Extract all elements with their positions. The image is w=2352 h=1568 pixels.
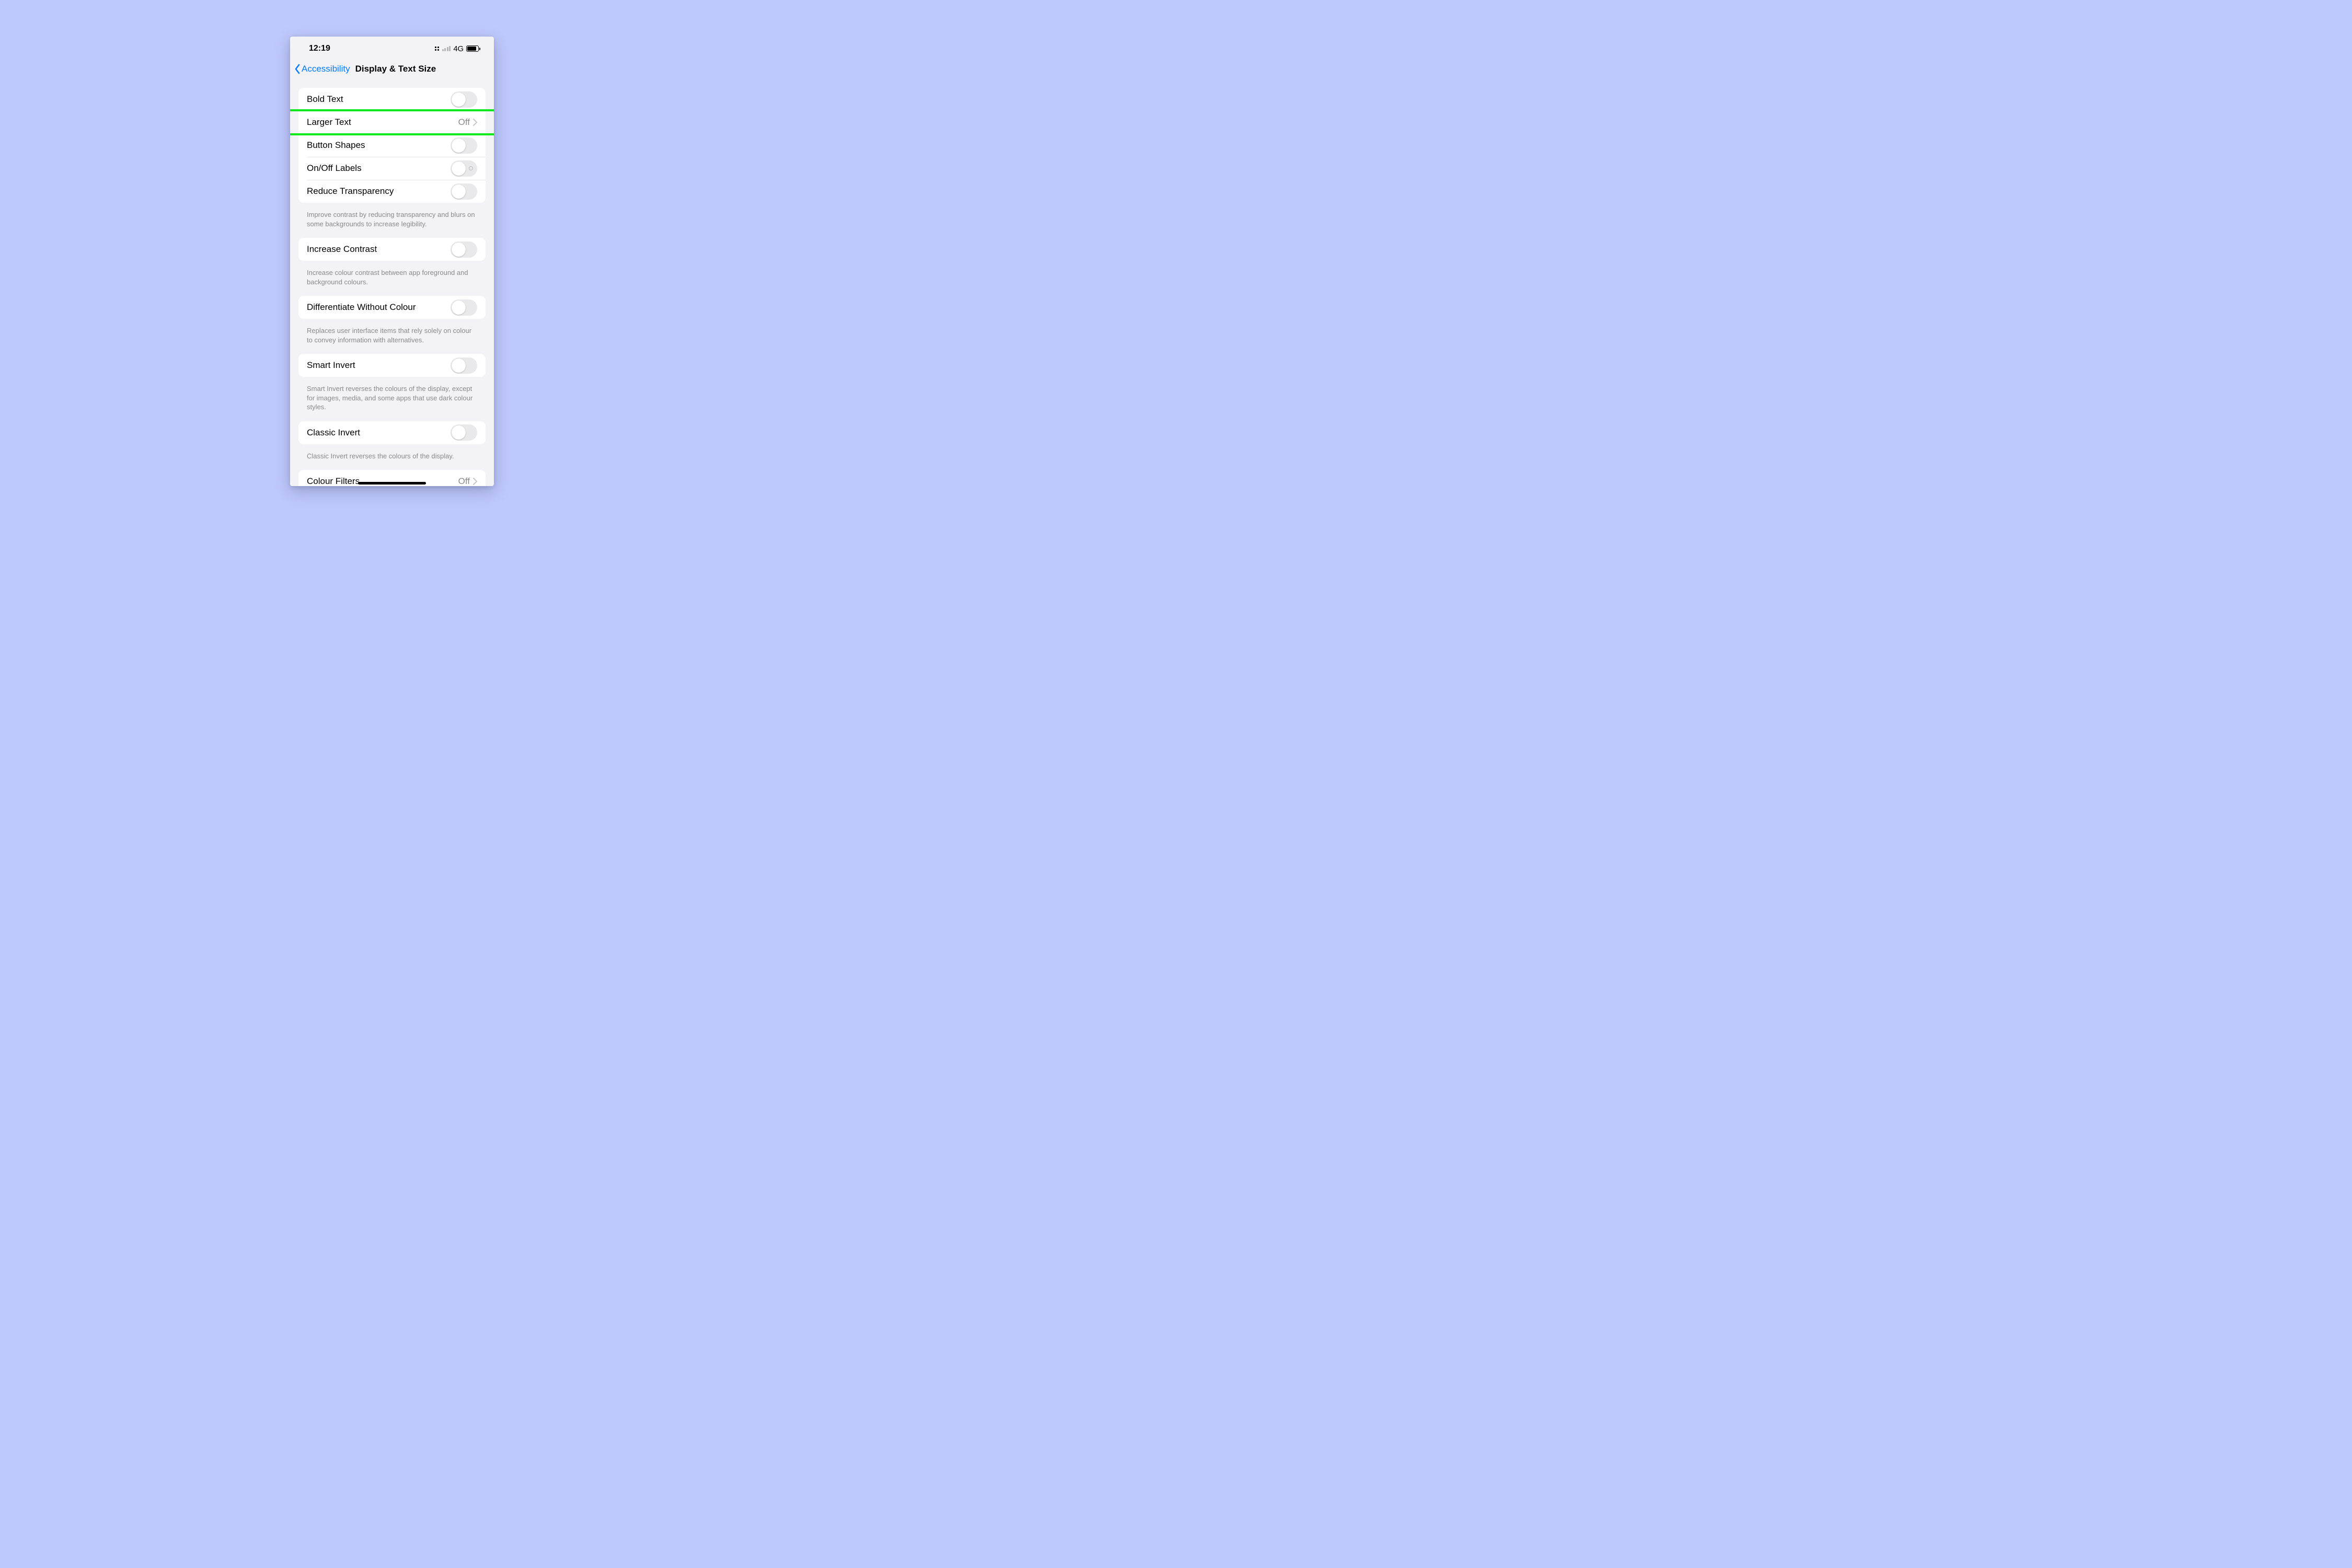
- chevron-left-icon: [294, 64, 301, 74]
- group-increase-contrast: Increase Contrast: [298, 238, 486, 261]
- home-indicator[interactable]: [358, 482, 426, 485]
- row-label: Increase Contrast: [307, 244, 377, 255]
- row-classic-invert[interactable]: Classic Invert: [298, 421, 486, 444]
- toggle-increase-contrast[interactable]: [451, 241, 477, 258]
- status-right-cluster: 4G: [435, 44, 480, 53]
- cell-signal-icon: [442, 46, 451, 51]
- row-larger-text[interactable]: Larger Text Off: [298, 111, 486, 134]
- navigation-bar: Accessibility Display & Text Size: [290, 61, 494, 77]
- row-label: Larger Text: [307, 117, 351, 128]
- network-type-label: 4G: [453, 44, 464, 53]
- toggle-on-off-labels[interactable]: [451, 160, 477, 177]
- battery-icon: [466, 45, 480, 52]
- row-label: Colour Filters: [307, 476, 360, 486]
- row-on-off-labels[interactable]: On/Off Labels: [298, 157, 486, 180]
- toggle-smart-invert[interactable]: [451, 358, 477, 374]
- group-smart-invert: Smart Invert: [298, 354, 486, 377]
- group-footer: Improve contrast by reducing transparenc…: [298, 207, 486, 238]
- toggle-button-shapes[interactable]: [451, 137, 477, 154]
- group-footer: Classic Invert reverses the colours of t…: [298, 448, 486, 470]
- back-label: Accessibility: [302, 64, 350, 74]
- row-label: On/Off Labels: [307, 163, 362, 174]
- page-title: Display & Text Size: [355, 64, 436, 74]
- status-time: 12:19: [309, 44, 330, 53]
- chevron-right-icon: [473, 478, 477, 485]
- row-bold-text[interactable]: Bold Text: [298, 88, 486, 111]
- row-label: Differentiate Without Colour: [307, 302, 416, 313]
- chevron-right-icon: [473, 119, 477, 126]
- status-bar: 12:19 4G: [290, 37, 494, 61]
- row-differentiate-without-colour[interactable]: Differentiate Without Colour: [298, 296, 486, 319]
- group-differentiate-without-colour: Differentiate Without Colour: [298, 296, 486, 319]
- toggle-bold-text[interactable]: [451, 91, 477, 108]
- row-value: Off: [458, 476, 470, 486]
- row-label: Classic Invert: [307, 428, 360, 438]
- row-increase-contrast[interactable]: Increase Contrast: [298, 238, 486, 261]
- row-label: Smart Invert: [307, 360, 355, 371]
- row-reduce-transparency[interactable]: Reduce Transparency: [298, 180, 486, 203]
- switch-off-marker: [469, 166, 473, 170]
- group-text-display: Bold Text Larger Text Off Button Shapes …: [298, 88, 486, 203]
- row-label: Bold Text: [307, 94, 343, 105]
- row-button-shapes[interactable]: Button Shapes: [298, 134, 486, 157]
- row-smart-invert[interactable]: Smart Invert: [298, 354, 486, 377]
- row-label: Reduce Transparency: [307, 186, 394, 197]
- group-footer: Replaces user interface items that rely …: [298, 323, 486, 354]
- row-label: Button Shapes: [307, 140, 365, 151]
- toggle-classic-invert[interactable]: [451, 424, 477, 441]
- group-classic-invert: Classic Invert: [298, 421, 486, 444]
- back-button[interactable]: Accessibility: [294, 64, 350, 74]
- toggle-reduce-transparency[interactable]: [451, 183, 477, 200]
- iphone-screen: 12:19 4G Accessibility: [290, 37, 494, 486]
- toggle-differentiate-without-colour[interactable]: [451, 299, 477, 316]
- dual-sim-icon: [435, 47, 439, 51]
- row-value: Off: [458, 117, 470, 128]
- group-footer: Increase colour contrast between app for…: [298, 265, 486, 296]
- group-footer: Smart Invert reverses the colours of the…: [298, 381, 486, 421]
- settings-list[interactable]: Bold Text Larger Text Off Button Shapes …: [290, 77, 494, 486]
